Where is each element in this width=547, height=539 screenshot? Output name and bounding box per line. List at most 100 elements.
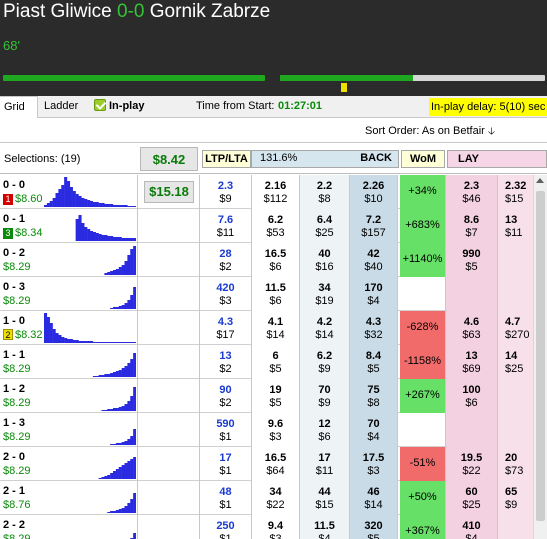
lay-cell-1[interactable]: 13 $69 [446, 345, 498, 379]
lay-cell-1[interactable]: 4.6 $63 [446, 311, 498, 345]
back-cell-2[interactable]: 44 $15 [300, 481, 350, 515]
lay-cell-2[interactable] [498, 379, 533, 413]
lay-cell-2[interactable]: 14 $25 [498, 345, 533, 379]
selection-cell[interactable]: 2 - 0 $8.29 [0, 447, 138, 481]
lay-cell-1[interactable]: 19.5 $22 [446, 447, 498, 481]
back-cell-3[interactable]: 34 $22 [252, 481, 300, 515]
inplay-toggle[interactable]: In-play [90, 96, 148, 118]
ltp-cell[interactable]: 2.3 $9 [200, 175, 252, 209]
ltp-cell[interactable]: 590 $1 [200, 413, 252, 447]
back-cell-3[interactable]: 19 $5 [252, 379, 300, 413]
back-cell-1[interactable]: 4.3 $32 [350, 311, 398, 345]
back-cell-2[interactable]: 11.5 $4 [300, 515, 350, 539]
ltp-cell[interactable]: 250 $1 [200, 515, 252, 539]
sort-order-control[interactable]: Sort Order: As on Betfair 🡣 [365, 124, 495, 141]
back-cell-1[interactable]: 70 $4 [350, 413, 398, 447]
lay-cell-2[interactable] [498, 277, 533, 311]
back-cell-1[interactable]: 46 $14 [350, 481, 398, 515]
ltp-cell[interactable]: 13 $2 [200, 345, 252, 379]
back-cell-2[interactable]: 34 $19 [300, 277, 350, 311]
selection-cell[interactable]: 1 - 0 2 $8.32 [0, 311, 138, 345]
total-hedge-button[interactable]: $8.42 [140, 147, 198, 171]
ltp-cell-odds: 17 [219, 452, 232, 464]
back-cell-3[interactable]: 11.5 $6 [252, 277, 300, 311]
ltp-cell[interactable]: 90 $2 [200, 379, 252, 413]
lay-cell-1-odds: 100 [462, 384, 481, 396]
lay-cell-2[interactable] [498, 243, 533, 277]
tab-grid[interactable]: Grid [0, 96, 38, 118]
back-cell-3[interactable]: 6.2 $53 [252, 209, 300, 243]
back-cell-1[interactable]: 170 $4 [350, 277, 398, 311]
selection-cell[interactable]: 1 - 3 $8.29 [0, 413, 138, 447]
scroll-thumb[interactable] [536, 191, 545, 521]
ltp-cell[interactable]: 28 $2 [200, 243, 252, 277]
lay-cell-2[interactable]: 4.7 $270 [498, 311, 533, 345]
ltp-cell[interactable]: 7.6 $11 [200, 209, 252, 243]
selection-cell[interactable]: 0 - 1 3 $8.34 [0, 209, 138, 243]
back-cell-2[interactable]: 2.2 $8 [300, 175, 350, 209]
lay-cell-2[interactable] [498, 413, 533, 447]
lay-cell-1[interactable]: 410 $4 [446, 515, 498, 539]
selection-cell[interactable]: 0 - 2 $8.29 [0, 243, 138, 277]
selection-name: 1 - 0 [3, 315, 26, 327]
selection-cell[interactable]: 2 - 1 $8.76 [0, 481, 138, 515]
ltp-cell[interactable]: 48 $1 [200, 481, 252, 515]
ltp-cell[interactable]: 420 $3 [200, 277, 252, 311]
back-cell-1[interactable]: 7.2 $157 [350, 209, 398, 243]
selection-cell[interactable]: 2 - 2 $8.29 [0, 515, 138, 539]
ltp-cell[interactable]: 17 $1 [200, 447, 252, 481]
lay-cell-1[interactable]: 990 $5 [446, 243, 498, 277]
back-cell-2[interactable]: 70 $9 [300, 379, 350, 413]
lay-cell-1[interactable] [446, 277, 498, 311]
back-cell-3[interactable]: 9.4 $3 [252, 515, 300, 539]
selection-cell[interactable]: 1 - 2 $8.29 [0, 379, 138, 413]
back-cell-2[interactable]: 6.4 $25 [300, 209, 350, 243]
selection-cell[interactable]: 0 - 3 $8.29 [0, 277, 138, 311]
wom-header[interactable]: WoM [401, 150, 445, 168]
histogram-bar [115, 307, 119, 309]
back-cell-1[interactable]: 42 $40 [350, 243, 398, 277]
back-cell-1[interactable]: 320 $5 [350, 515, 398, 539]
histogram-bar [127, 300, 131, 309]
selection-pl-value: $8.29 [3, 431, 31, 443]
back-cell-3[interactable]: 2.16 $112 [252, 175, 300, 209]
histogram-bar [133, 342, 136, 343]
hedge-button[interactable]: $15.18 [144, 181, 194, 203]
back-cell-2[interactable]: 40 $16 [300, 243, 350, 277]
ltp-lta-header[interactable]: LTP/LTA [202, 150, 251, 168]
back-cell-1[interactable]: 75 $8 [350, 379, 398, 413]
histogram-bar [113, 342, 117, 343]
back-cell-1[interactable]: 8.4 $5 [350, 345, 398, 379]
lay-cell-1[interactable]: 60 $25 [446, 481, 498, 515]
lay-cell-2[interactable]: 13 $11 [498, 209, 533, 243]
back-cell-3[interactable]: 4.1 $14 [252, 311, 300, 345]
selection-pl-value: $8.32 [15, 329, 43, 341]
lay-cell-2[interactable] [498, 515, 533, 539]
back-cell-1[interactable]: 2.26 $10 [350, 175, 398, 209]
price-histogram [104, 246, 136, 275]
back-cell-2[interactable]: 17 $11 [300, 447, 350, 481]
back-cell-2[interactable]: 6.2 $9 [300, 345, 350, 379]
back-cell-1[interactable]: 17.5 $3 [350, 447, 398, 481]
lay-cell-1[interactable]: 100 $6 [446, 379, 498, 413]
scroll-up-arrow-icon[interactable] [536, 178, 544, 183]
checkbox-checked-icon[interactable] [94, 99, 106, 111]
lay-cell-2[interactable]: 2.32 $15 [498, 175, 533, 209]
lay-cell-1[interactable]: 2.3 $46 [446, 175, 498, 209]
back-cell-2[interactable]: 4.2 $14 [300, 311, 350, 345]
lay-cell-1[interactable]: 8.6 $7 [446, 209, 498, 243]
selection-cell[interactable]: 1 - 1 $8.29 [0, 345, 138, 379]
selection-cell[interactable]: 0 - 0 1 $8.60 [0, 175, 138, 209]
back-cell-3[interactable]: 6 $5 [252, 345, 300, 379]
vertical-scrollbar[interactable] [533, 175, 547, 539]
tab-ladder[interactable]: Ladder [40, 96, 82, 118]
lay-cell-2[interactable]: 20 $73 [498, 447, 533, 481]
back-cell-3[interactable]: 9.6 $3 [252, 413, 300, 447]
back-cell-2[interactable]: 12 $6 [300, 413, 350, 447]
back-cell-3[interactable]: 16.5 $64 [252, 447, 300, 481]
ltp-cell[interactable]: 4.3 $17 [200, 311, 252, 345]
lay-cell-2[interactable]: 65 $9 [498, 481, 533, 515]
histogram-bar [61, 337, 65, 343]
lay-cell-1[interactable] [446, 413, 498, 447]
back-cell-3[interactable]: 16.5 $6 [252, 243, 300, 277]
